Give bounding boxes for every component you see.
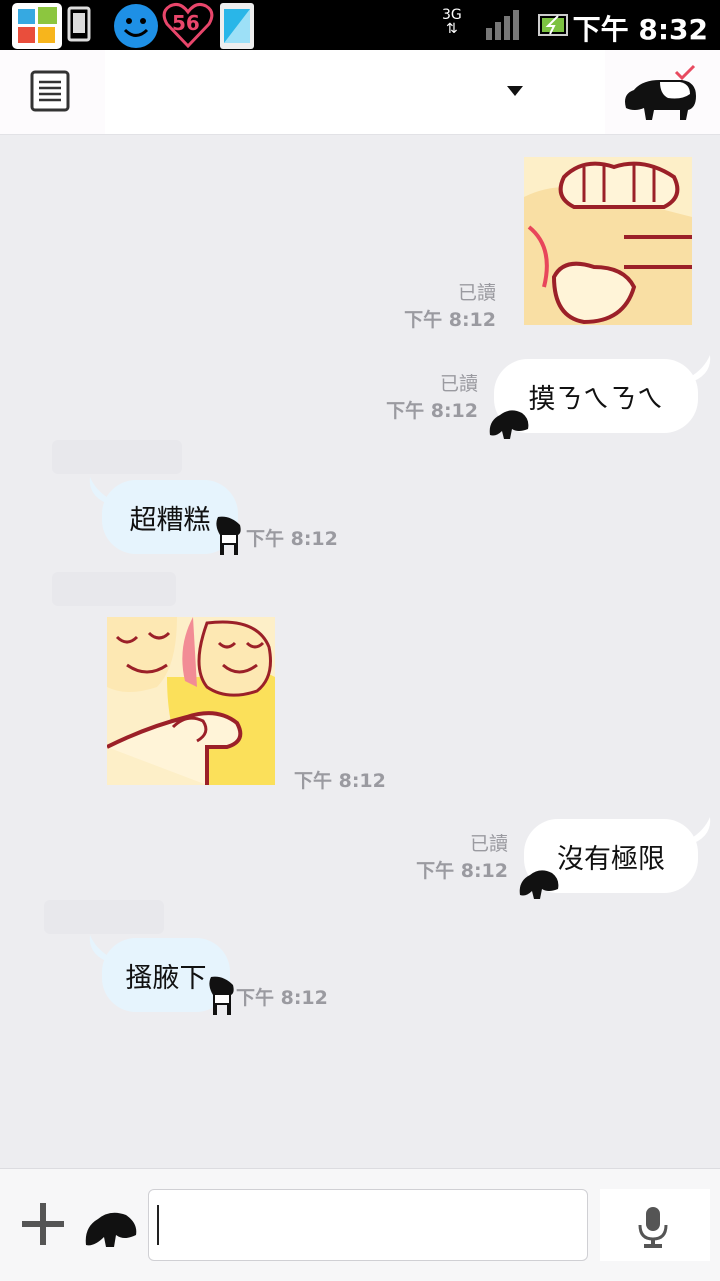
message-time: 下午 8:12 [404, 309, 496, 331]
message-meta: 下午 8:12 [246, 526, 346, 553]
phone-app-icon [220, 3, 254, 49]
heart-badge-count: 56 [172, 11, 200, 35]
sender-name-placeholder [52, 440, 182, 474]
message-meta: 已讀 下午 8:12 [390, 831, 508, 885]
tapir-avatar-icon [489, 410, 529, 439]
phone-outline-icon [67, 6, 91, 42]
hug-sticker[interactable] [107, 617, 275, 785]
tapir-sticker-icon[interactable] [84, 1205, 138, 1249]
text-cursor [157, 1205, 159, 1245]
status-bar: 56 3G ⇅ 下午 8:32 [0, 0, 720, 50]
plus-icon[interactable] [18, 1199, 68, 1249]
smiley-app-icon [114, 4, 158, 48]
read-receipt: 已讀 [457, 282, 496, 304]
store-app-icon [12, 3, 62, 49]
tapir-tail-icon [89, 477, 110, 503]
chat-header [0, 50, 720, 135]
message-time: 下午 8:12 [294, 770, 386, 792]
heart-badge-icon: 56 [162, 2, 214, 48]
message-time: 下午 8:12 [236, 987, 328, 1009]
tapir-tail-icon [89, 935, 110, 961]
read-receipt: 已讀 [469, 833, 508, 855]
message-meta: 已讀 下午 8:12 [380, 280, 496, 334]
menu-list-icon[interactable] [30, 70, 70, 112]
microphone-button[interactable] [600, 1189, 710, 1261]
message-list[interactable]: 已讀 下午 8:12 摸ㄋㄟㄋㄟ 已讀 下午 8:12 超糟糕 下午 8:12 [0, 135, 720, 1168]
message-text: 沒有極限 [557, 843, 665, 875]
message-text: 超糟糕 [129, 504, 211, 536]
battery-charging-icon [538, 14, 568, 36]
sender-name-placeholder [52, 572, 176, 606]
message-meta: 下午 8:12 [236, 985, 336, 1012]
tapir-standing-icon [216, 516, 241, 555]
signal-icon [486, 10, 519, 40]
tapir-tail-icon [690, 817, 711, 843]
massage-sticker[interactable] [524, 157, 692, 325]
message-meta: 下午 8:12 [294, 768, 394, 795]
input-bar [0, 1168, 720, 1281]
chat-title-area[interactable] [105, 50, 605, 134]
message-text: 摸ㄋㄟㄋㄟ [528, 383, 664, 415]
microphone-icon [638, 1207, 668, 1248]
tapir-icon[interactable] [620, 64, 700, 124]
message-time: 下午 8:12 [246, 528, 338, 550]
message-text: 搔腋下 [125, 962, 207, 994]
tapir-standing-icon [209, 976, 234, 1015]
sender-name-placeholder [44, 900, 164, 934]
clock: 下午 8:32 [572, 13, 708, 46]
read-receipt: 已讀 [439, 373, 478, 395]
data-arrows-icon: ⇅ [446, 21, 458, 37]
tapir-avatar-icon [519, 870, 559, 899]
network-type: 3G ⇅ [442, 7, 462, 37]
message-time: 下午 8:12 [386, 400, 478, 422]
message-time: 下午 8:12 [416, 860, 508, 882]
caret-down-icon[interactable] [505, 84, 525, 98]
message-input[interactable] [148, 1189, 588, 1261]
tapir-tail-icon [690, 355, 711, 381]
message-meta: 已讀 下午 8:12 [360, 371, 478, 425]
